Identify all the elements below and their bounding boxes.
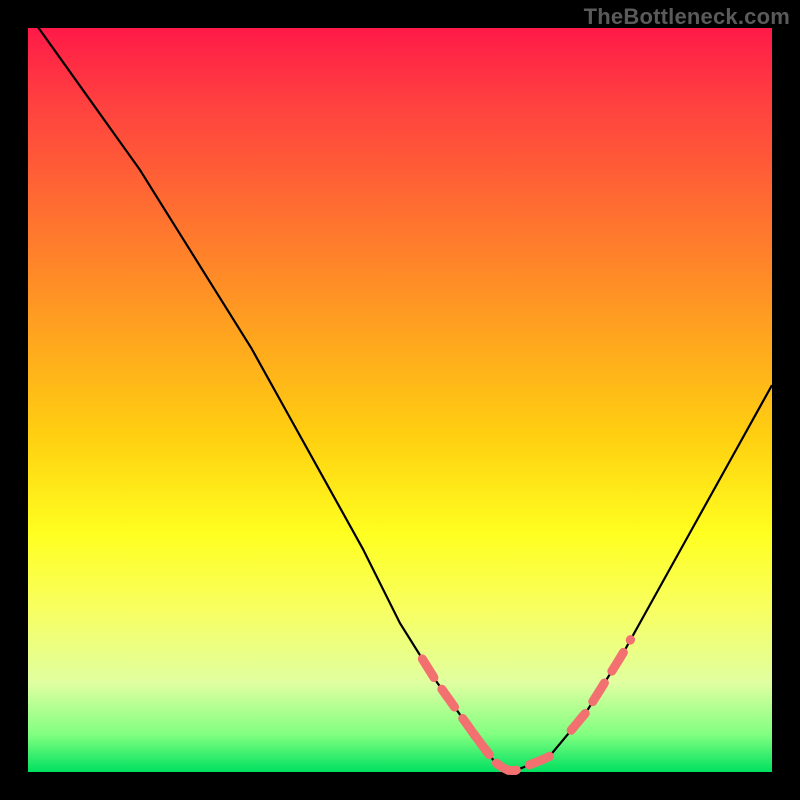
curve-svg	[28, 28, 772, 772]
chart-plot-area	[28, 28, 772, 772]
highlight-right-dashes	[571, 640, 631, 731]
watermark-text: TheBottleneck.com	[584, 4, 790, 30]
highlight-bottom-dashes	[474, 735, 556, 771]
bottleneck-curve	[28, 13, 772, 772]
